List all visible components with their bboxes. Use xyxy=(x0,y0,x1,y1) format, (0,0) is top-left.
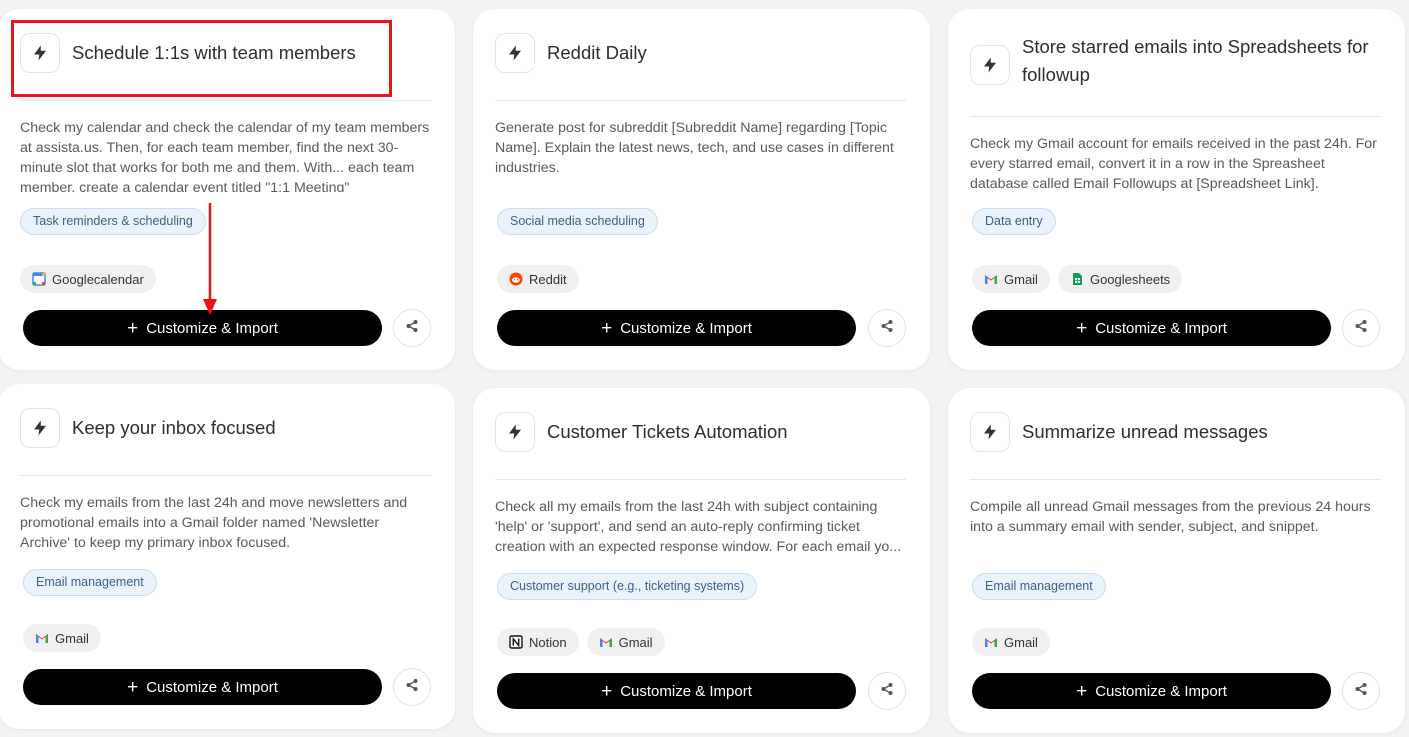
plus-icon: + xyxy=(127,317,139,339)
customize-import-button[interactable]: + Customize & Import xyxy=(497,310,856,346)
share-button[interactable] xyxy=(868,309,906,347)
gmail-icon xyxy=(35,631,49,645)
customize-import-button[interactable]: + Customize & Import xyxy=(23,310,382,346)
lightning-icon xyxy=(495,33,535,73)
template-card[interactable]: Schedule 1:1s with team members Check my… xyxy=(0,9,455,370)
lightning-icon xyxy=(970,45,1010,85)
card-title: Schedule 1:1s with team members xyxy=(72,42,356,63)
share-icon xyxy=(880,682,894,701)
card-description: Check my Gmail account for emails receiv… xyxy=(970,136,1377,192)
template-card[interactable]: Summarize unread messages Compile all un… xyxy=(948,388,1405,733)
share-icon xyxy=(405,678,419,697)
share-icon xyxy=(880,319,894,338)
share-icon xyxy=(405,319,419,338)
share-button[interactable] xyxy=(1342,672,1380,710)
customize-import-button[interactable]: + Customize & Import xyxy=(23,669,382,705)
category-tag[interactable]: Social media scheduling xyxy=(497,208,658,235)
divider xyxy=(20,100,431,101)
lightning-icon xyxy=(495,412,535,452)
gmail-icon xyxy=(984,272,998,286)
category-tag[interactable]: Task reminders & scheduling xyxy=(20,208,206,235)
card-description: Generate post for subreddit [Subreddit N… xyxy=(495,120,894,176)
share-icon xyxy=(1354,319,1368,338)
app-pill-gmail: Gmail xyxy=(23,624,101,652)
app-pill-gmail: Gmail xyxy=(972,628,1050,656)
share-icon xyxy=(1354,682,1368,701)
card-title: Store starred emails into Spreadsheets f… xyxy=(1022,36,1369,85)
template-card[interactable]: Customer Tickets Automation Check all my… xyxy=(473,388,930,733)
plus-icon: + xyxy=(601,680,613,702)
divider xyxy=(495,479,906,480)
category-tag[interactable]: Email management xyxy=(972,573,1106,600)
plus-icon: + xyxy=(127,676,139,698)
app-label: Googlecalendar xyxy=(52,271,144,287)
card-description: Compile all unread Gmail messages from t… xyxy=(970,499,1371,535)
notion-icon xyxy=(509,635,523,649)
plus-icon: + xyxy=(1076,680,1088,702)
card-description: Check my calendar and check the calendar… xyxy=(20,120,430,192)
lightning-icon xyxy=(20,408,60,448)
divider xyxy=(970,479,1381,480)
app-label: Reddit xyxy=(529,271,567,287)
app-pill-googlesheets: Googlesheets xyxy=(1057,265,1183,293)
customize-import-button[interactable]: + Customize & Import xyxy=(972,310,1331,346)
app-pill-gmail: Gmail xyxy=(972,265,1050,293)
divider xyxy=(20,475,431,476)
app-pill-gmail: Gmail xyxy=(586,628,665,656)
plus-icon: + xyxy=(601,317,613,339)
category-tag[interactable]: Email management xyxy=(23,569,157,596)
card-description: Check all my emails from the last 24h wi… xyxy=(495,499,902,555)
card-title: Reddit Daily xyxy=(547,42,647,63)
app-pill-googlecalendar: Googlecalendar xyxy=(20,265,156,293)
app-label: Gmail xyxy=(1004,634,1038,650)
lightning-icon xyxy=(970,412,1010,452)
card-title: Customer Tickets Automation xyxy=(547,421,788,442)
app-label: Gmail xyxy=(618,634,653,650)
customize-import-button[interactable]: + Customize & Import xyxy=(972,673,1331,709)
share-button[interactable] xyxy=(868,672,906,710)
divider xyxy=(970,116,1381,117)
customize-import-button[interactable]: + Customize & Import xyxy=(497,673,856,709)
share-button[interactable] xyxy=(1342,309,1380,347)
template-card[interactable]: Keep your inbox focused Check my emails … xyxy=(0,384,455,729)
share-button[interactable] xyxy=(393,309,431,347)
app-pill-notion: Notion xyxy=(497,628,579,656)
app-label: Gmail xyxy=(1004,271,1038,287)
category-tag[interactable]: Customer support (e.g., ticketing system… xyxy=(497,573,758,600)
share-button[interactable] xyxy=(393,668,431,706)
reddit-icon xyxy=(509,272,523,286)
template-card[interactable]: Reddit Daily Generate post for subreddit… xyxy=(473,9,930,370)
googlesheets-icon xyxy=(1070,272,1084,286)
app-label: Googlesheets xyxy=(1089,271,1171,287)
card-title: Summarize unread messages xyxy=(1022,421,1268,442)
app-pill-reddit: Reddit xyxy=(497,265,579,293)
plus-icon: + xyxy=(1076,317,1088,339)
card-description: Check my emails from the last 24h and mo… xyxy=(20,495,408,551)
gmail-icon xyxy=(984,635,998,649)
gmail-icon xyxy=(599,635,613,649)
divider xyxy=(495,100,906,101)
googlecalendar-icon xyxy=(32,272,46,286)
app-label: Notion xyxy=(529,634,567,650)
card-title: Keep your inbox focused xyxy=(72,417,276,438)
template-card[interactable]: Store starred emails into Spreadsheets f… xyxy=(948,9,1405,370)
lightning-icon xyxy=(20,33,60,73)
category-tag[interactable]: Data entry xyxy=(972,208,1056,235)
app-label: Gmail xyxy=(55,630,89,646)
